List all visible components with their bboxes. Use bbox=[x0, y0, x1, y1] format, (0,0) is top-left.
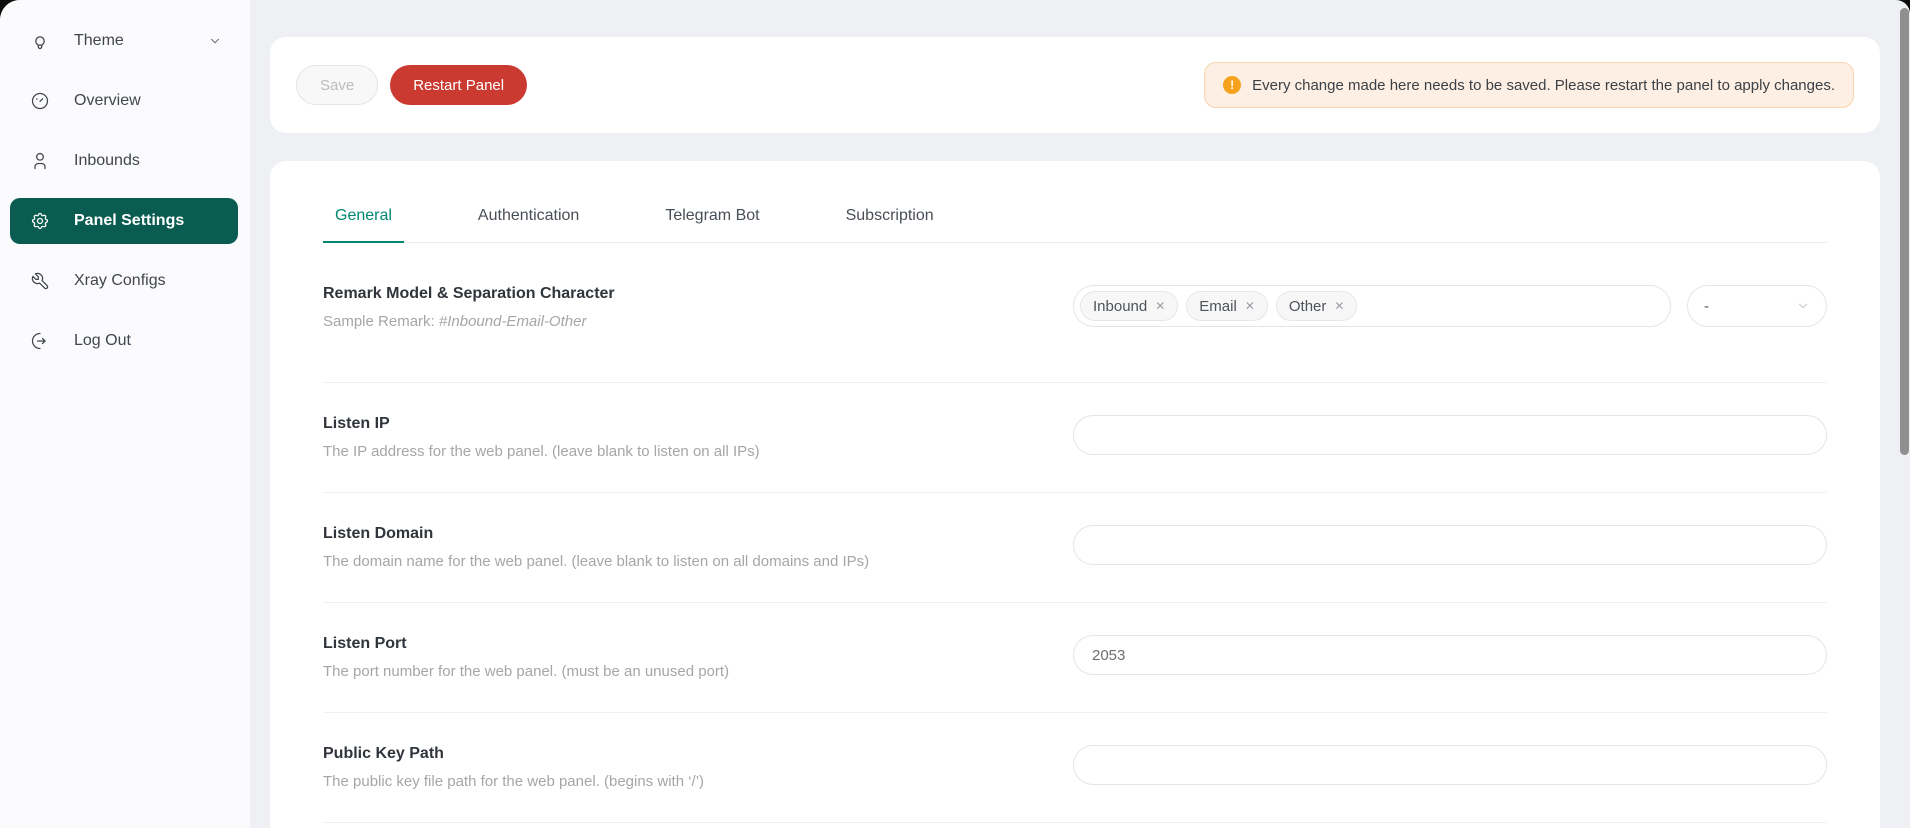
row-title: Listen Domain bbox=[323, 525, 1013, 543]
settings-tabbar: General Authentication Telegram Bot Subs… bbox=[323, 161, 1827, 243]
gauge-icon bbox=[30, 91, 50, 111]
toolbar-card: Save Restart Panel ! Every change made h… bbox=[270, 37, 1880, 133]
app-window: Theme Overview Inbounds Panel Settings bbox=[0, 0, 1910, 828]
sidebar-item-label: Theme bbox=[74, 32, 124, 50]
main-content: Save Restart Panel ! Every change made h… bbox=[250, 0, 1910, 828]
wrench-icon bbox=[30, 271, 50, 291]
row-label: Listen Domain The domain name for the we… bbox=[323, 525, 1073, 570]
remove-tag-icon[interactable]: ✕ bbox=[1245, 299, 1255, 313]
row-control bbox=[1073, 745, 1827, 785]
sidebar-item-inbounds[interactable]: Inbounds bbox=[10, 138, 238, 184]
row-title: Listen IP bbox=[323, 415, 1013, 433]
tab-authentication[interactable]: Authentication bbox=[466, 207, 591, 242]
save-button[interactable]: Save bbox=[296, 65, 378, 105]
select-value: - bbox=[1704, 298, 1709, 315]
alert-text: Every change made here needs to be saved… bbox=[1252, 77, 1835, 94]
restart-warning-alert: ! Every change made here needs to be sav… bbox=[1204, 62, 1854, 108]
row-control bbox=[1073, 525, 1827, 565]
tab-subscription[interactable]: Subscription bbox=[834, 207, 946, 242]
row-description: The public key file path for the web pan… bbox=[323, 773, 1013, 790]
row-description: Sample Remark: #Inbound-Email-Other bbox=[323, 313, 1013, 330]
remark-model-multiselect[interactable]: Inbound ✕ Email ✕ Other ✕ bbox=[1073, 285, 1671, 327]
tag-inbound: Inbound ✕ bbox=[1080, 291, 1178, 321]
remove-tag-icon[interactable]: ✕ bbox=[1155, 299, 1165, 313]
settings-row-public-key-path: Public Key Path The public key file path… bbox=[323, 713, 1827, 823]
scrollbar-thumb[interactable] bbox=[1900, 8, 1909, 455]
tag-other: Other ✕ bbox=[1276, 291, 1358, 321]
user-icon bbox=[30, 151, 50, 171]
tag-label: Other bbox=[1289, 298, 1327, 315]
toolbar-buttons: Save Restart Panel bbox=[296, 65, 527, 105]
sidebar: Theme Overview Inbounds Panel Settings bbox=[0, 0, 250, 828]
row-description: The domain name for the web panel. (leav… bbox=[323, 553, 1013, 570]
listen-port-input[interactable] bbox=[1073, 635, 1827, 675]
sidebar-item-label: Panel Settings bbox=[74, 212, 184, 230]
row-label: Remark Model & Separation Character Samp… bbox=[323, 285, 1073, 330]
sidebar-item-theme[interactable]: Theme bbox=[10, 18, 238, 64]
sidebar-item-label: Overview bbox=[74, 92, 141, 110]
panel-settings-card: General Authentication Telegram Bot Subs… bbox=[270, 161, 1880, 828]
lightbulb-icon bbox=[30, 31, 50, 51]
restart-panel-button[interactable]: Restart Panel bbox=[390, 65, 527, 105]
listen-domain-input[interactable] bbox=[1073, 525, 1827, 565]
settings-row-listen-port: Listen Port The port number for the web … bbox=[323, 603, 1827, 713]
tab-general[interactable]: General bbox=[323, 207, 404, 243]
row-control bbox=[1073, 415, 1827, 455]
tab-telegram-bot[interactable]: Telegram Bot bbox=[653, 207, 771, 242]
sidebar-item-label: Log Out bbox=[74, 332, 131, 350]
row-control bbox=[1073, 635, 1827, 675]
chevron-down-icon bbox=[1796, 299, 1810, 313]
listen-ip-input[interactable] bbox=[1073, 415, 1827, 455]
tag-label: Email bbox=[1199, 298, 1237, 315]
row-title: Remark Model & Separation Character bbox=[323, 285, 1013, 303]
sidebar-item-panel-settings[interactable]: Panel Settings bbox=[10, 198, 238, 244]
remove-tag-icon[interactable]: ✕ bbox=[1334, 299, 1344, 313]
sidebar-item-xray-configs[interactable]: Xray Configs bbox=[10, 258, 238, 304]
logout-icon bbox=[30, 331, 50, 351]
sidebar-item-overview[interactable]: Overview bbox=[10, 78, 238, 124]
separator-character-select[interactable]: - bbox=[1687, 285, 1827, 327]
row-label: Listen IP The IP address for the web pan… bbox=[323, 415, 1073, 460]
row-title: Public Key Path bbox=[323, 745, 1013, 763]
row-label: Public Key Path The public key file path… bbox=[323, 745, 1073, 790]
row-description: The IP address for the web panel. (leave… bbox=[323, 443, 1013, 460]
row-control: Inbound ✕ Email ✕ Other ✕ - bbox=[1073, 285, 1827, 327]
tag-label: Inbound bbox=[1093, 298, 1147, 315]
public-key-path-input[interactable] bbox=[1073, 745, 1827, 785]
row-title: Listen Port bbox=[323, 635, 1013, 653]
gear-icon bbox=[30, 211, 50, 231]
sidebar-item-label: Xray Configs bbox=[74, 272, 166, 290]
settings-row-listen-ip: Listen IP The IP address for the web pan… bbox=[323, 383, 1827, 493]
sidebar-item-log-out[interactable]: Log Out bbox=[10, 318, 238, 364]
settings-row-remark-model: Remark Model & Separation Character Samp… bbox=[323, 243, 1827, 383]
chevron-down-icon bbox=[208, 34, 222, 48]
sample-remark-value: #Inbound-Email-Other bbox=[439, 313, 587, 330]
warning-icon: ! bbox=[1223, 76, 1241, 94]
sample-remark-prefix: Sample Remark: bbox=[323, 313, 439, 330]
settings-row-listen-domain: Listen Domain The domain name for the we… bbox=[323, 493, 1827, 603]
tag-email: Email ✕ bbox=[1186, 291, 1268, 321]
row-description: The port number for the web panel. (must… bbox=[323, 663, 1013, 680]
row-label: Listen Port The port number for the web … bbox=[323, 635, 1073, 680]
sidebar-item-label: Inbounds bbox=[74, 152, 140, 170]
